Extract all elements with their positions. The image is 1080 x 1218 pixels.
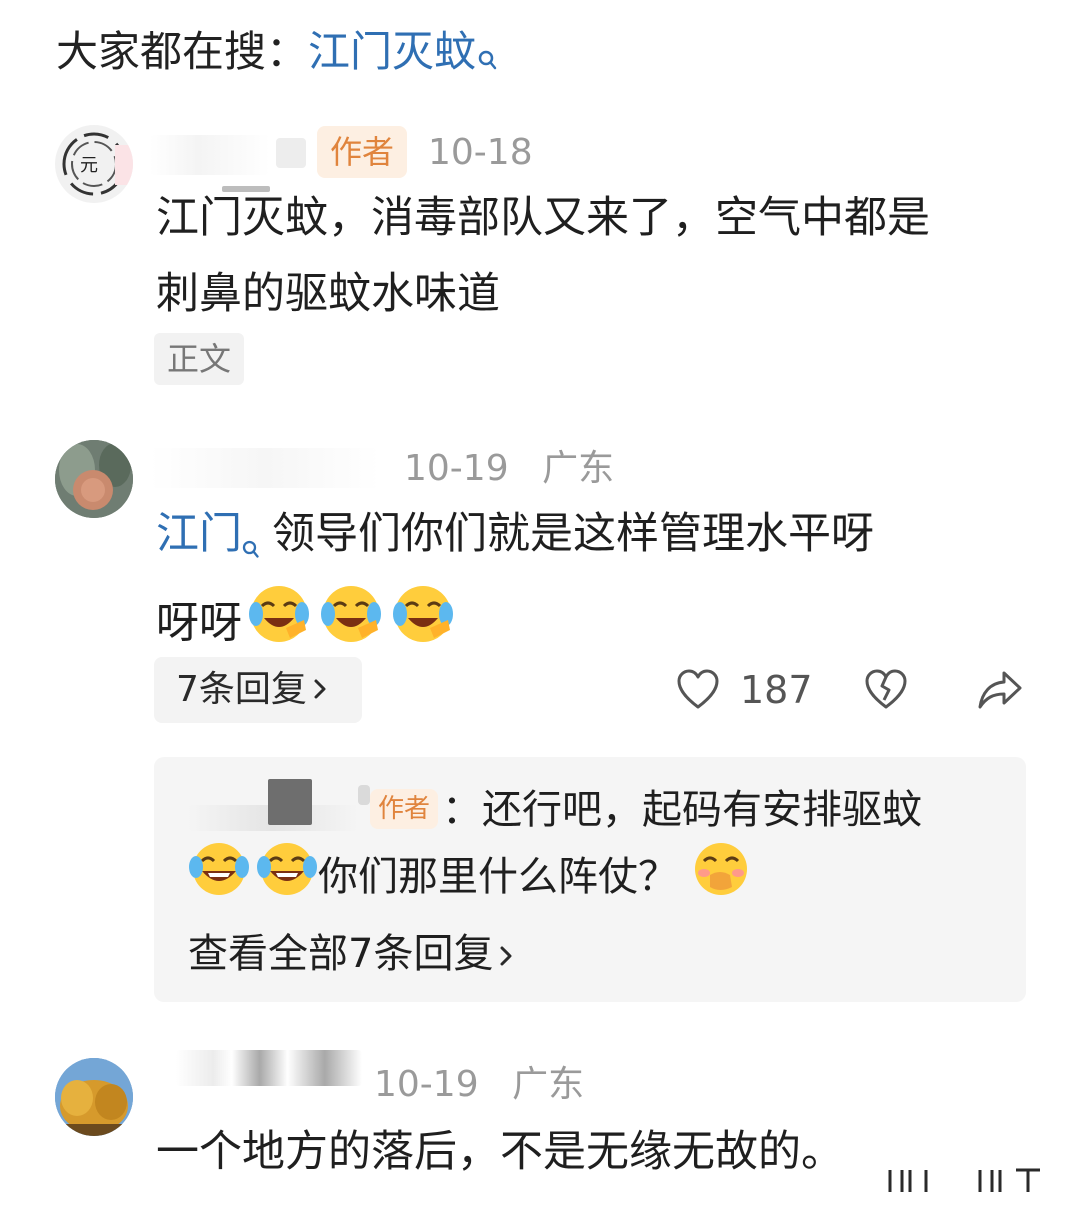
reply-username-redacted-fragment bbox=[358, 785, 370, 805]
giggle-emoji bbox=[690, 841, 752, 917]
watermark bbox=[860, 1166, 1060, 1196]
trending-search[interactable]: 大家都在搜：江门灭蚊 bbox=[56, 22, 498, 88]
username-redacted[interactable] bbox=[150, 135, 270, 175]
reply-line-2: 你们那里什么阵仗？ bbox=[188, 841, 752, 917]
reply-line-2-text: 你们那里什么阵仗？ bbox=[318, 854, 678, 900]
heart-icon[interactable] bbox=[676, 668, 720, 712]
comment-location: 广东 bbox=[542, 448, 615, 489]
dislike-icon[interactable] bbox=[864, 668, 908, 712]
username-redacted[interactable] bbox=[176, 1050, 362, 1086]
reply-preview[interactable]: 作者 ：还行吧，起码有安排驱蚊 你们那里什么阵仗？ 查看全部7条回复 bbox=[154, 757, 1026, 1002]
trending-label: 大家都在搜： bbox=[56, 27, 309, 76]
replies-button[interactable]: 7条回复 bbox=[154, 657, 362, 723]
replies-label: 7条回复 bbox=[176, 669, 307, 710]
comment-line-2: 刺鼻的驱蚊水味道 bbox=[156, 269, 500, 319]
chevron-right-icon bbox=[499, 921, 513, 987]
comment-meta: 10-19 广东 bbox=[374, 1060, 584, 1110]
comment-line-2: 呀呀 bbox=[156, 584, 874, 668]
reply-line-1: ：还行吧，起码有安排驱蚊 bbox=[442, 787, 922, 833]
reply-username-redacted-block bbox=[268, 779, 312, 825]
username-redacted-fragment bbox=[276, 138, 306, 168]
comment-text[interactable]: 江门 领导们你们就是这样管理水平呀 呀呀 bbox=[156, 496, 874, 668]
comment-date: 10-19 bbox=[374, 1064, 479, 1105]
chevron-right-icon bbox=[313, 656, 327, 722]
laugh-cry-emoji bbox=[318, 584, 384, 668]
avatar[interactable] bbox=[55, 440, 133, 518]
author-badge: 作者 bbox=[370, 789, 438, 829]
laugh-cry-emoji bbox=[188, 841, 250, 917]
comment-date: 10-18 bbox=[428, 132, 533, 173]
avatar[interactable]: 元 bbox=[55, 125, 133, 203]
comment-text[interactable]: 江门灭蚊，消毒部队又来了，空气中都是 刺鼻的驱蚊水味道 bbox=[156, 180, 930, 332]
search-icon bbox=[478, 28, 498, 88]
comment-date: 10-19 bbox=[404, 448, 509, 489]
view-all-replies[interactable]: 查看全部7条回复 bbox=[188, 921, 513, 987]
laugh-cry-emoji bbox=[390, 584, 456, 668]
avatar[interactable] bbox=[55, 1058, 133, 1136]
svg-text:元: 元 bbox=[80, 155, 98, 176]
share-icon[interactable] bbox=[976, 668, 1024, 712]
view-all-label: 查看全部7条回复 bbox=[188, 931, 494, 977]
comment-meta: 10-19 广东 bbox=[404, 444, 614, 494]
laugh-cry-emoji bbox=[246, 584, 312, 668]
keyword-link[interactable]: 江门 bbox=[156, 509, 242, 559]
comment-line-1: 一个地方的落后，不是无缘无故的。 bbox=[156, 1127, 844, 1177]
body-tag[interactable]: 正文 bbox=[154, 333, 244, 385]
laugh-cry-emoji bbox=[256, 841, 318, 917]
comment-line-1: 江门灭蚊，消毒部队又来了，空气中都是 bbox=[156, 193, 930, 243]
trending-term[interactable]: 江门灭蚊 bbox=[308, 27, 476, 76]
comment-line-1: 江门 领导们你们就是这样管理水平呀 bbox=[156, 496, 874, 584]
comment-text[interactable]: 一个地方的落后，不是无缘无故的。 bbox=[156, 1114, 844, 1190]
author-badge: 作者 bbox=[317, 126, 407, 178]
search-icon bbox=[242, 508, 260, 584]
username-redacted[interactable] bbox=[150, 448, 380, 488]
comment-line-2-text: 呀呀 bbox=[156, 598, 242, 649]
comment-line-1-text: 领导们你们就是这样管理水平呀 bbox=[272, 509, 874, 559]
like-count: 187 bbox=[740, 668, 813, 712]
comment-location: 广东 bbox=[512, 1064, 585, 1105]
